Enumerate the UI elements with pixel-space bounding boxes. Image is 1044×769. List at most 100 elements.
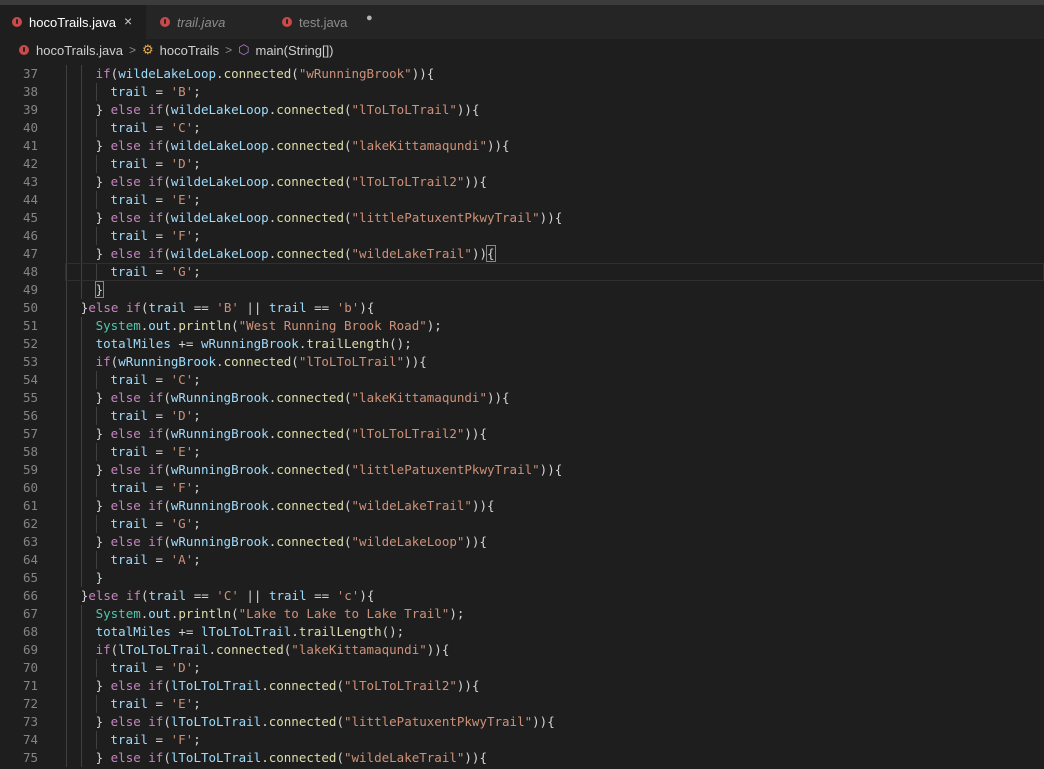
code-token: { bbox=[502, 390, 510, 405]
indent-guide bbox=[66, 263, 67, 281]
code-token: ( bbox=[141, 300, 149, 315]
code-text: } else if(lToLToLTrail.connected("little… bbox=[96, 713, 555, 731]
code-token: "littlePatuxentPkwyTrail" bbox=[343, 714, 533, 729]
code-token: trail bbox=[110, 660, 149, 675]
code-line[interactable]: 45} else if(wildeLakeLoop.connected("lit… bbox=[0, 209, 1044, 227]
tab-test[interactable]: test.java ● bbox=[270, 5, 390, 39]
code-line[interactable]: 44 trail = 'E'; bbox=[0, 191, 1044, 209]
tab-trail[interactable]: trail.java bbox=[148, 5, 268, 39]
code-token: "lToLToLTrail2" bbox=[343, 678, 457, 693]
code-token: == bbox=[306, 300, 337, 315]
code-token: (); bbox=[381, 624, 405, 639]
code-token: = bbox=[148, 480, 171, 495]
code-editor[interactable]: 37 if(wildeLakeLoop.connected("wRunningBr… bbox=[0, 61, 1044, 769]
code-token: "lakeKittamaqundi" bbox=[351, 138, 487, 153]
code-line[interactable]: 57} else if(wRunningBrook.connected("lTo… bbox=[0, 425, 1044, 443]
code-token: ; bbox=[193, 732, 201, 747]
breadcrumb-file[interactable]: hocoTrails.java bbox=[36, 43, 123, 58]
indent-guide bbox=[80, 479, 82, 497]
code-line[interactable]: 55} else if(wRunningBrook.connected("lak… bbox=[0, 389, 1044, 407]
code-line[interactable]: 49} bbox=[0, 281, 1044, 299]
close-icon[interactable]: × bbox=[124, 13, 132, 29]
unsaved-dot-icon[interactable]: ● bbox=[366, 12, 373, 24]
code-line[interactable]: 53 if(wRunningBrook.connected("lToLToLTra… bbox=[0, 353, 1044, 371]
code-token: } bbox=[95, 138, 111, 153]
indent-guide bbox=[80, 533, 82, 551]
code-line[interactable]: 75} else if(lToLToLTrail.connected("wild… bbox=[0, 749, 1044, 767]
code-line[interactable]: 73} else if(lToLToLTrail.connected("litt… bbox=[0, 713, 1044, 731]
code-line[interactable]: 39} else if(wildeLakeLoop.connected("lTo… bbox=[0, 101, 1044, 119]
code-line[interactable]: 37 if(wildeLakeLoop.connected("wRunningBr… bbox=[0, 65, 1044, 83]
code-token: wildeLakeLoop bbox=[170, 210, 269, 225]
code-token: "lToLToLTrail" bbox=[298, 354, 405, 369]
code-token: } bbox=[95, 498, 111, 513]
code-token: = bbox=[148, 660, 171, 675]
code-token: "lakeKittamaqundi" bbox=[351, 390, 487, 405]
code-token: } bbox=[95, 210, 111, 225]
code-token: ; bbox=[193, 264, 201, 279]
code-line[interactable]: 40 trail = 'C'; bbox=[0, 119, 1044, 137]
code-line[interactable]: 54 trail = 'C'; bbox=[0, 371, 1044, 389]
code-line[interactable]: 38 trail = 'B'; bbox=[0, 83, 1044, 101]
code-token: ; bbox=[193, 408, 201, 423]
code-token: else if bbox=[88, 300, 142, 315]
code-token: } bbox=[95, 390, 111, 405]
code-token: trail bbox=[110, 408, 149, 423]
code-token: )) bbox=[456, 678, 472, 693]
code-token: println bbox=[178, 318, 232, 333]
code-token: wildeLakeLoop bbox=[170, 246, 269, 261]
code-line[interactable]: 71} else if(lToLToLTrail.connected("lToL… bbox=[0, 677, 1044, 695]
code-line[interactable]: 69 if(lToLToLTrail.connected("lakeKittama… bbox=[0, 641, 1044, 659]
code-line[interactable]: 61} else if(wRunningBrook.connected("wil… bbox=[0, 497, 1044, 515]
line-number: 59 bbox=[22, 462, 38, 477]
code-line[interactable]: 66}else if(trail == 'C' || trail == 'c')… bbox=[0, 587, 1044, 605]
code-token: trail bbox=[268, 300, 307, 315]
code-line[interactable]: 72 trail = 'E'; bbox=[0, 695, 1044, 713]
code-line[interactable]: 58 trail = 'E'; bbox=[0, 443, 1044, 461]
code-token: connected bbox=[276, 138, 344, 153]
code-line[interactable]: 64 trail = 'A'; bbox=[0, 551, 1044, 569]
code-line[interactable]: 51 System.out.println("West Running Brook… bbox=[0, 317, 1044, 335]
indent-guide bbox=[80, 119, 82, 137]
code-token: connected bbox=[276, 102, 344, 117]
line-number: 52 bbox=[22, 336, 38, 351]
code-line[interactable]: 43} else if(wildeLakeLoop.connected("lTo… bbox=[0, 173, 1044, 191]
code-token: } bbox=[95, 714, 111, 729]
code-line[interactable]: 46 trail = 'F'; bbox=[0, 227, 1044, 245]
code-line[interactable]: 52 totalMiles += wRunningBrook.trailLengt… bbox=[0, 335, 1044, 353]
line-number: 65 bbox=[22, 570, 38, 585]
indent-guide bbox=[66, 335, 67, 353]
code-line[interactable]: 48 trail = 'G'; bbox=[0, 263, 1044, 281]
code-line[interactable]: 70 trail = 'D'; bbox=[0, 659, 1044, 677]
code-token: else if bbox=[88, 588, 142, 603]
code-token: { bbox=[547, 714, 555, 729]
code-line[interactable]: 68 totalMiles += lToLToLTrail.trailLength… bbox=[0, 623, 1044, 641]
code-line[interactable]: 42 trail = 'D'; bbox=[0, 155, 1044, 173]
code-token: lToLToLTrail bbox=[170, 714, 262, 729]
code-token: else if bbox=[110, 678, 164, 693]
code-line[interactable]: 59 } else if(wRunningBrook.connected("lit… bbox=[0, 461, 1044, 479]
code-token: trail bbox=[148, 300, 187, 315]
code-line[interactable]: 62 trail = 'G'; bbox=[0, 515, 1044, 533]
code-token: { bbox=[479, 534, 487, 549]
line-number: 68 bbox=[22, 624, 38, 639]
code-text: trail = 'E'; bbox=[110, 191, 200, 209]
code-line[interactable]: 63} else if(wRunningBrook.connected("wil… bbox=[0, 533, 1044, 551]
breadcrumb-method[interactable]: main(String[]) bbox=[255, 43, 333, 58]
code-line[interactable]: 41} else if(wildeLakeLoop.connected("lak… bbox=[0, 137, 1044, 155]
code-token: trail bbox=[268, 588, 307, 603]
tab-hocotrails[interactable]: hocoTrails.java × bbox=[0, 5, 146, 39]
tab-label: hocoTrails.java bbox=[29, 14, 116, 30]
code-line[interactable]: 60 trail = 'F'; bbox=[0, 479, 1044, 497]
code-line[interactable]: 56 trail = 'D'; bbox=[0, 407, 1044, 425]
indent-guide bbox=[66, 479, 67, 497]
code-line[interactable]: 74 trail = 'F'; bbox=[0, 731, 1044, 749]
code-line[interactable]: 67 System.out.println("Lake to Lake to La… bbox=[0, 605, 1044, 623]
line-number: 53 bbox=[22, 354, 38, 369]
code-line[interactable]: 50}else if(trail == 'B' || trail == 'b')… bbox=[0, 299, 1044, 317]
breadcrumb-class[interactable]: hocoTrails bbox=[160, 43, 219, 58]
code-line[interactable]: 65} bbox=[0, 569, 1044, 587]
code-line[interactable]: 47} else if(wildeLakeLoop.connected("wil… bbox=[0, 245, 1044, 263]
code-text: } else if(wRunningBrook.connected("littl… bbox=[96, 461, 563, 479]
code-token: } bbox=[95, 570, 104, 585]
